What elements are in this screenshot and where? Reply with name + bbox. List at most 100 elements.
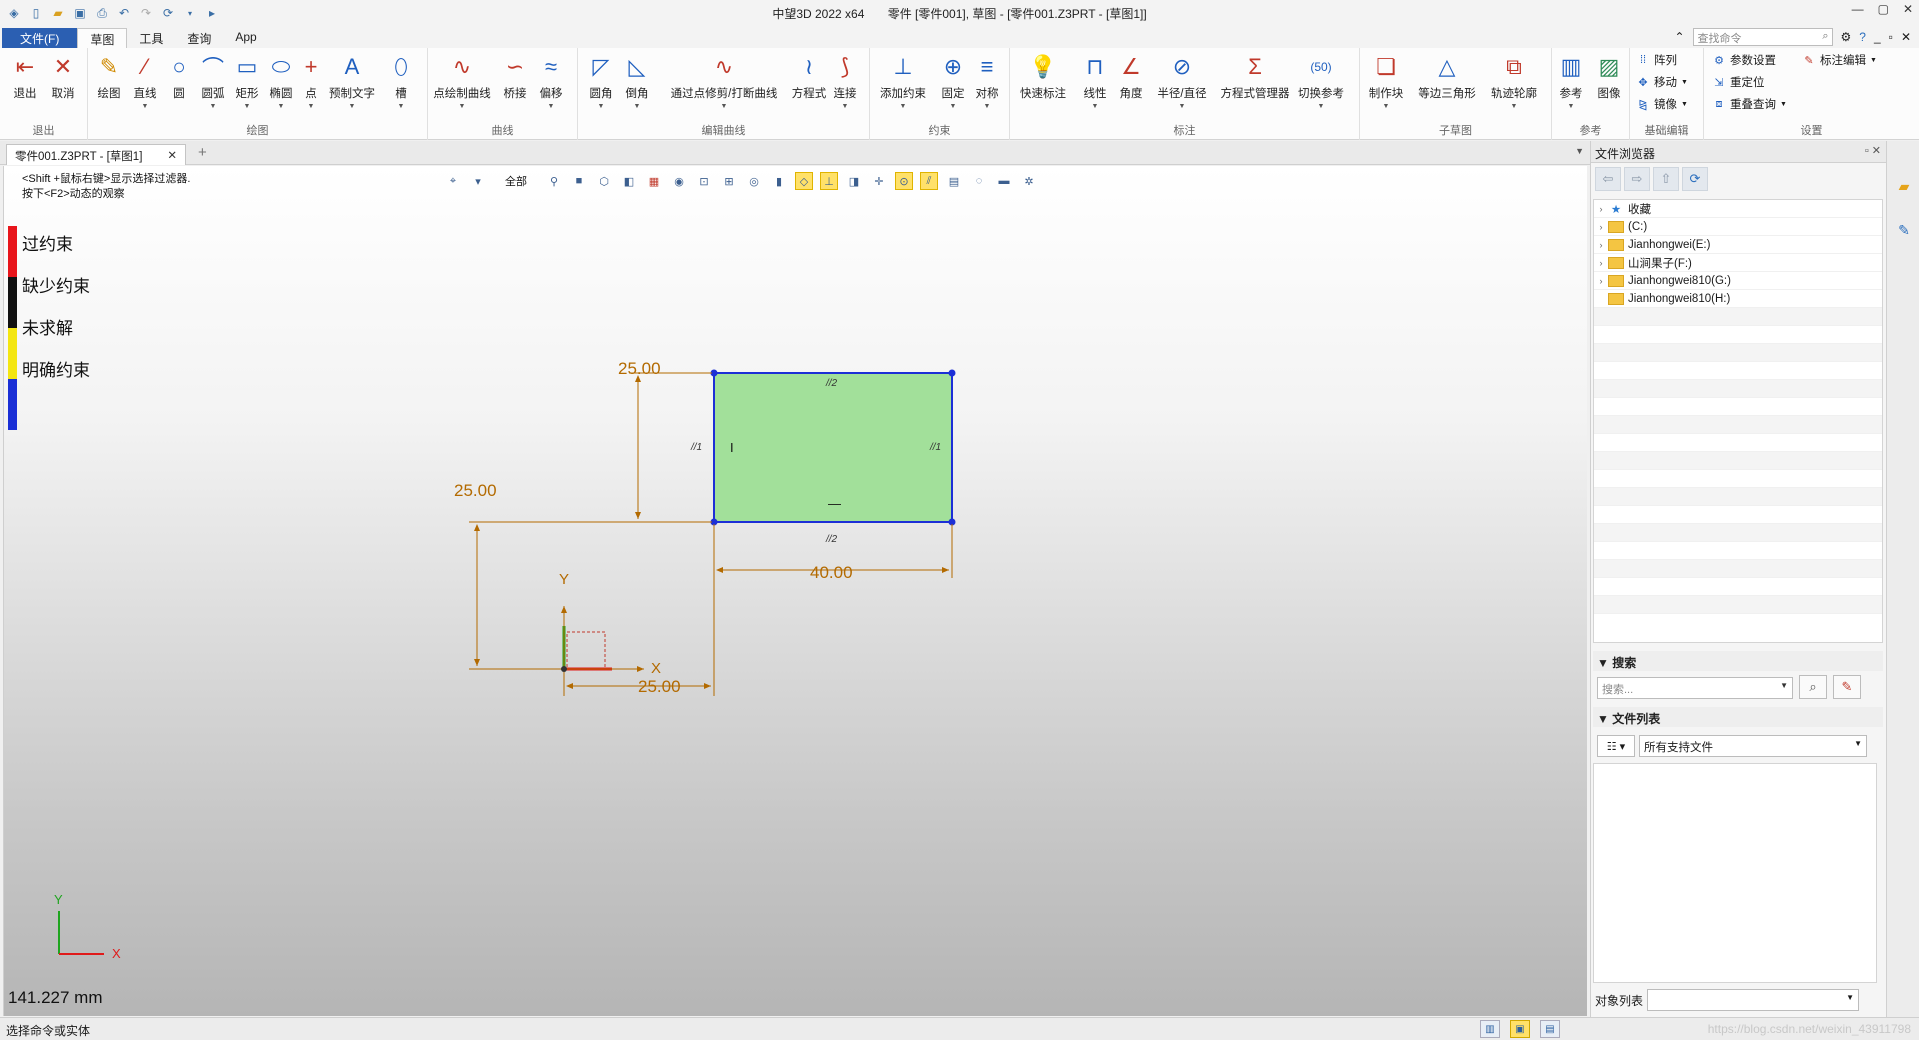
document-tab[interactable]: 零件001.Z3PRT - [草图1] ✕: [6, 144, 186, 165]
customize-dropdown-icon[interactable]: ▾: [182, 5, 198, 21]
file-menu[interactable]: 文件(F): [2, 28, 78, 48]
tab-app[interactable]: App: [223, 28, 268, 48]
track-profile-button[interactable]: ⧉ 轨迹轮廓 ▼: [1486, 52, 1542, 110]
undo-icon[interactable]: ↶: [116, 5, 132, 21]
array-button[interactable]: ⁞⁞ 阵列: [1636, 52, 1677, 68]
sketch-canvas[interactable]: <Shift +鼠标右键>显示选择过滤器. 按下<F2>动态的观察 ⌖ ▾ 全部…: [3, 166, 1587, 1016]
close-tab-icon[interactable]: ✕: [167, 148, 177, 162]
view-mode-button[interactable]: ☷ ▾: [1597, 735, 1635, 757]
chevron-down-icon[interactable]: ▼: [1780, 681, 1788, 690]
point-curve-button[interactable]: ∿ 点绘制曲线 ▼: [432, 52, 492, 110]
search-section-header[interactable]: ▼ 搜索: [1593, 651, 1883, 671]
trim-break-button[interactable]: ∿ 通过点修剪/打断曲线 ▼: [668, 52, 780, 110]
layout-icon[interactable]: ▥: [1480, 1020, 1500, 1038]
redo-icon[interactable]: ↷: [138, 5, 154, 21]
equation-manager-button[interactable]: Σ 方程式管理器: [1221, 52, 1290, 101]
minimize-icon[interactable]: —: [1852, 2, 1864, 16]
dimension-width-offset[interactable]: 25.00: [638, 677, 681, 697]
ribbon-minimize-icon[interactable]: _: [1874, 30, 1881, 44]
quick-dim-button[interactable]: 💡 快速标注: [1018, 52, 1068, 101]
tab-query[interactable]: 查询: [175, 28, 223, 48]
ribbon-close-icon[interactable]: ✕: [1901, 30, 1911, 44]
preset-text-button[interactable]: A 预制文字 ▼: [326, 52, 378, 110]
cancel-button[interactable]: ✕ 取消: [42, 52, 84, 101]
up-arrow-icon[interactable]: ⇧: [1653, 167, 1679, 191]
add-constraint-button[interactable]: ⊥ 添加约束 ▼: [878, 52, 928, 110]
expand-arrow-icon[interactable]: ›: [1594, 222, 1608, 232]
back-arrow-icon[interactable]: ⇦: [1595, 167, 1621, 191]
offset-button[interactable]: ≈ 偏移 ▼: [530, 52, 572, 110]
display-icon[interactable]: ▣: [1510, 1020, 1530, 1038]
mirror-button[interactable]: ⧎ 镜像 ▼: [1636, 96, 1688, 112]
app-logo-icon[interactable]: ◈: [6, 5, 22, 21]
print-icon[interactable]: ⎙: [94, 5, 110, 21]
window-icon[interactable]: ▤: [1540, 1020, 1560, 1038]
maximize-icon[interactable]: ▢: [1878, 2, 1889, 16]
reference-button[interactable]: ▥ 参考 ▼: [1552, 52, 1590, 110]
tree-item-f-drive[interactable]: › 山涧果子(F:): [1594, 254, 1882, 272]
radius-dim-button[interactable]: ⊘ 半径/直径 ▼: [1154, 52, 1210, 110]
dimension-height-offset[interactable]: 25.00: [454, 481, 497, 501]
annotation-edit-button[interactable]: ✎ 标注编辑 ▼: [1802, 52, 1877, 68]
overlap-query-button[interactable]: ⧈ 重叠查询 ▼: [1712, 96, 1787, 112]
make-block-button[interactable]: ❏ 制作块 ▼: [1364, 52, 1408, 110]
ribbon-restore-icon[interactable]: ▫: [1889, 30, 1893, 44]
relocate-button[interactable]: ⇲ 重定位: [1712, 74, 1764, 90]
pin-icon[interactable]: ▫ ✕: [1865, 144, 1881, 157]
dimension-height-rect[interactable]: 25.00: [618, 359, 661, 379]
file-search-input[interactable]: 搜索... ▼: [1597, 677, 1793, 699]
tree-item-h-drive[interactable]: Jianhongwei810(H:): [1594, 290, 1882, 308]
open-file-icon[interactable]: ▰: [50, 5, 66, 21]
parallel-constraint-top[interactable]: //2: [826, 378, 837, 389]
connect-button[interactable]: ⟆ 连接 ▼: [824, 52, 866, 110]
expand-arrow-icon[interactable]: ›: [1594, 276, 1608, 286]
clear-search-button[interactable]: ✎: [1833, 675, 1861, 699]
tab-list-dropdown-icon[interactable]: ▼: [1575, 146, 1584, 156]
expand-arrow-icon[interactable]: ›: [1594, 204, 1608, 214]
save-icon[interactable]: ▣: [72, 5, 88, 21]
collapse-ribbon-icon[interactable]: ⌃: [1674, 30, 1684, 44]
refresh-icon[interactable]: ⟳: [1682, 167, 1708, 191]
toggle-ref-button[interactable]: (50) 切换参考 ▼: [1294, 52, 1348, 110]
parallel-constraint-left[interactable]: //1: [691, 442, 702, 453]
folder-tab-icon[interactable]: ▰: [1892, 175, 1916, 197]
tab-sketch[interactable]: 草图: [77, 28, 128, 48]
exit-button[interactable]: ⇤ 退出: [4, 52, 46, 101]
dimension-width-rect[interactable]: 40.00: [810, 563, 853, 583]
tree-item-favorites[interactable]: › ★ 收藏: [1594, 200, 1882, 218]
rect-corner-point[interactable]: [948, 369, 956, 377]
tree-item-e-drive[interactable]: › Jianhongwei(E:): [1594, 236, 1882, 254]
angle-dim-button[interactable]: ∠ 角度: [1110, 52, 1152, 101]
rebuild-icon[interactable]: ⟳: [160, 5, 176, 21]
tree-item-g-drive[interactable]: › Jianhongwei810(G:): [1594, 272, 1882, 290]
expand-arrow-icon[interactable]: ›: [1594, 258, 1608, 268]
horizontal-constraint[interactable]: —: [828, 496, 841, 511]
help-icon[interactable]: ?: [1859, 30, 1866, 44]
search-button[interactable]: ⌕: [1799, 675, 1827, 699]
new-file-icon[interactable]: ▯: [28, 5, 44, 21]
object-list-select[interactable]: ▼: [1647, 989, 1860, 1011]
origin-point[interactable]: [561, 666, 567, 672]
add-tab-icon[interactable]: +: [198, 144, 207, 161]
tools-tab-icon[interactable]: ✎: [1892, 219, 1916, 241]
equilateral-triangle-button[interactable]: △ 等边三角形: [1416, 52, 1478, 101]
chamfer-button[interactable]: ◺ 倒角 ▼: [616, 52, 658, 110]
parallel-constraint-bottom[interactable]: //2: [826, 534, 837, 545]
parallel-constraint-right[interactable]: //1: [930, 442, 941, 453]
tab-tools[interactable]: 工具: [127, 28, 175, 48]
expand-arrow-icon[interactable]: ›: [1594, 240, 1608, 250]
symmetric-button[interactable]: ≡ 对称 ▼: [966, 52, 1008, 110]
command-search-input[interactable]: 查找命令 ⌕: [1692, 28, 1833, 46]
play-icon[interactable]: ▸: [204, 5, 220, 21]
file-list[interactable]: [1593, 763, 1877, 983]
forward-arrow-icon[interactable]: ⇨: [1624, 167, 1650, 191]
tree-item-c-drive[interactable]: › (C:): [1594, 218, 1882, 236]
close-icon[interactable]: ✕: [1903, 2, 1913, 16]
settings-gear-icon[interactable]: ⚙: [1841, 30, 1852, 44]
vertical-constraint[interactable]: I: [730, 440, 734, 455]
move-button[interactable]: ✥ 移动 ▼: [1636, 74, 1688, 90]
file-type-select[interactable]: 所有支持文件 ▼: [1639, 735, 1867, 757]
param-settings-button[interactable]: ⚙ 参数设置: [1712, 52, 1776, 68]
filelist-section-header[interactable]: ▼ 文件列表: [1593, 707, 1883, 727]
image-button[interactable]: ▨ 图像: [1590, 52, 1628, 101]
